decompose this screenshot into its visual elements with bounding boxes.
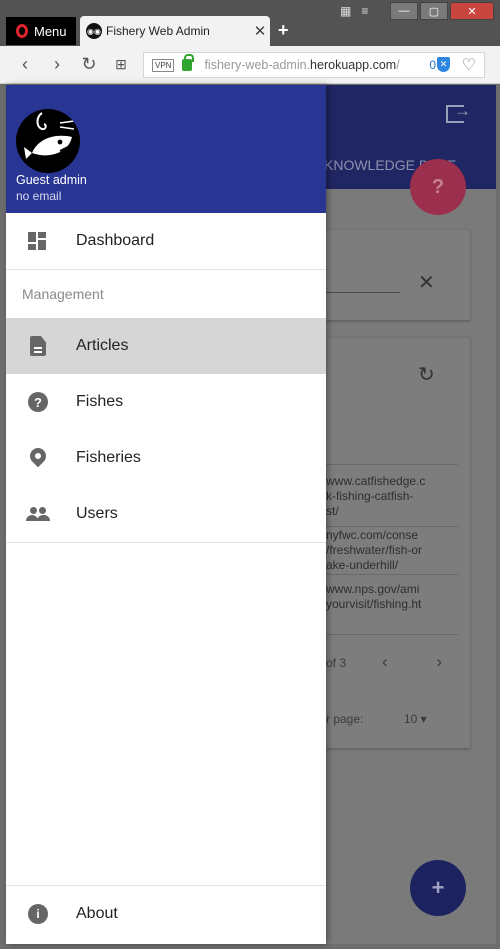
bookmark-heart-icon[interactable]: ♡ (462, 55, 476, 75)
close-window-button[interactable]: ✕ (450, 2, 494, 20)
opera-menu-button[interactable]: Menu (6, 17, 76, 45)
minimize-button[interactable]: — (390, 2, 418, 20)
window-controls: — ▢ ✕ (390, 2, 494, 20)
forward-icon[interactable]: › (46, 54, 68, 76)
sidebar-item-label: Users (76, 505, 118, 522)
menu-label: Menu (34, 23, 67, 39)
table-row[interactable]: nyfwc.com/conse /freshwater/fish-or ake-… (326, 528, 456, 573)
tab-title: Fishery Web Admin (106, 24, 210, 38)
browser-toolbar: ‹ › ↻ ⊞ VPN fishery-web-admin. herokuapp… (0, 46, 500, 84)
new-tab-icon[interactable]: + (278, 20, 289, 41)
articles-table-card: ↻ www.catfishedge.c k-fishing-catfish- s… (326, 338, 470, 748)
navigation-drawer: Guest admin no email Dashboard Managemen… (6, 85, 326, 944)
rows-per-page-select[interactable]: 10 ▾ (404, 712, 427, 726)
opera-logo-icon (16, 24, 28, 38)
help-icon: ? (28, 392, 48, 412)
favicon-icon: ◉◉ (86, 23, 102, 39)
table-row[interactable]: www.nps.gov/ami yourvisit/fishing.ht (326, 582, 456, 612)
search-input[interactable] (326, 292, 400, 293)
url-domain: herokuapp.com (310, 58, 397, 72)
pagination-text: of 3 (326, 656, 347, 670)
sidebar-item-about[interactable]: i About (6, 886, 326, 942)
refresh-icon[interactable]: ↻ (418, 362, 435, 387)
lock-icon[interactable] (182, 54, 195, 71)
system-tray: ▦ ≡ (340, 4, 368, 18)
fish-logo-icon (24, 112, 75, 159)
search-card: ✕ (326, 230, 470, 320)
sidebar-item-fisheries[interactable]: Fisheries (6, 430, 326, 486)
blocked-count: 0 (429, 58, 436, 72)
user-name: Guest admin (16, 173, 87, 187)
divider (6, 542, 326, 543)
divider (6, 269, 326, 270)
avatar (16, 109, 80, 173)
add-fab-button[interactable]: + (410, 860, 466, 916)
sidebar-item-fishes[interactable]: ? Fishes (6, 374, 326, 430)
article-icon (30, 336, 46, 356)
sidebar-item-users[interactable]: Users (6, 486, 326, 542)
clear-search-icon[interactable]: ✕ (418, 270, 435, 295)
vpn-badge[interactable]: VPN (152, 58, 175, 72)
back-icon[interactable]: ‹ (14, 54, 36, 76)
easy-setup-icon[interactable]: ≡ (361, 4, 368, 18)
dashboard-icon (28, 232, 48, 250)
row-divider (326, 574, 458, 575)
row-divider (326, 464, 458, 465)
address-bar[interactable]: VPN fishery-web-admin. herokuapp.com / 0… (143, 52, 485, 78)
table-row[interactable]: www.catfishedge.c k-fishing-catfish- st/ (326, 474, 456, 519)
section-management-label: Management (22, 286, 104, 302)
sidebar-item-label: Articles (76, 337, 129, 354)
info-icon: i (28, 904, 48, 924)
sidebar-item-label: Fishes (76, 393, 124, 410)
sidebar-item-dashboard[interactable]: Dashboard (6, 213, 326, 269)
sidebar-item-label: Dashboard (76, 232, 155, 249)
pagination-arrows[interactable]: ‹ › (382, 652, 464, 672)
sidebar-item-label: Fisheries (76, 449, 141, 466)
snap-icon[interactable]: ▦ (340, 4, 351, 18)
reload-icon[interactable]: ↻ (78, 54, 100, 76)
url-host: fishery-web-admin. (204, 58, 311, 72)
location-pin-icon (26, 444, 50, 468)
logout-icon[interactable] (446, 101, 471, 123)
row-divider (326, 634, 458, 635)
url-path: / (396, 58, 400, 72)
speed-dial-icon[interactable]: ⊞ (110, 54, 132, 76)
user-email: no email (16, 189, 62, 203)
browser-tab[interactable]: ◉◉ Fishery Web Admin ✕ (80, 16, 270, 46)
users-icon (26, 507, 50, 521)
browser-titlebar: Menu ◉◉ Fishery Web Admin ✕ + ▦ ≡ — ▢ ✕ (0, 0, 500, 46)
help-fab-button[interactable]: ? (410, 159, 466, 215)
adblock-shield-icon[interactable]: ✕ (437, 57, 450, 72)
rows-per-page-label: r page: (326, 712, 364, 726)
sidebar-item-articles[interactable]: Articles (6, 318, 326, 374)
drawer-header: Guest admin no email (6, 85, 326, 213)
row-divider (326, 526, 458, 527)
tab-close-icon[interactable]: ✕ (250, 22, 270, 40)
maximize-button[interactable]: ▢ (420, 2, 448, 20)
sidebar-item-label: About (76, 905, 118, 922)
